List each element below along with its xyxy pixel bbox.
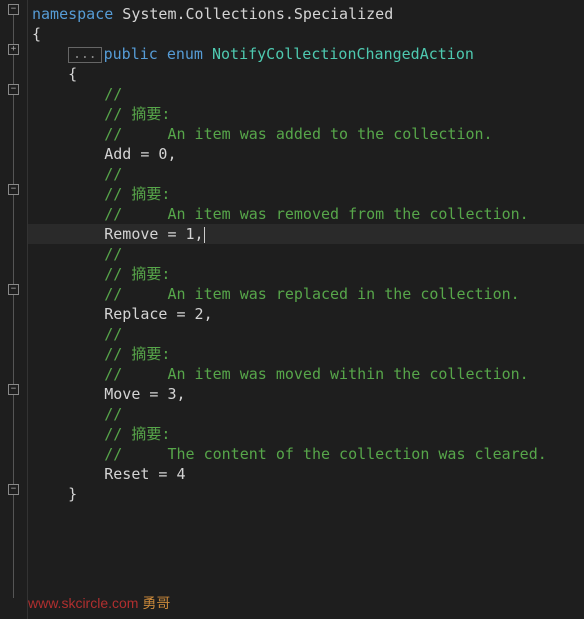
- comment: //: [32, 85, 122, 103]
- code-line[interactable]: Reset = 4: [28, 464, 584, 484]
- brace: {: [32, 25, 41, 43]
- fold-toggle[interactable]: −: [8, 284, 19, 295]
- brace: }: [32, 485, 77, 503]
- code-line[interactable]: // An item was moved within the collecti…: [28, 364, 584, 384]
- text-caret: [204, 227, 205, 243]
- enum-member: Move = 3,: [32, 385, 186, 403]
- fold-gutter: − + − − − − −: [0, 0, 28, 619]
- watermark-name: 勇哥: [142, 595, 170, 611]
- code-line[interactable]: Move = 3,: [28, 384, 584, 404]
- comment: // An item was replaced in the collectio…: [32, 285, 520, 303]
- enum-member: Replace = 2,: [32, 305, 213, 323]
- comment: // An item was moved within the collecti…: [32, 365, 529, 383]
- fold-toggle[interactable]: −: [8, 84, 19, 95]
- fold-toggle[interactable]: −: [8, 4, 19, 15]
- code-line[interactable]: Add = 0,: [28, 144, 584, 164]
- code-line[interactable]: {: [28, 64, 584, 84]
- code-line[interactable]: ...public enum NotifyCollectionChangedAc…: [28, 44, 584, 64]
- code-line[interactable]: namespace System.Collections.Specialized: [28, 4, 584, 24]
- code-line-active[interactable]: Remove = 1,: [28, 224, 584, 244]
- fold-toggle[interactable]: −: [8, 184, 19, 195]
- watermark-url: www.skcircle.com: [28, 595, 142, 611]
- comment: // 摘要:: [32, 105, 170, 123]
- code-line[interactable]: // 摘要:: [28, 264, 584, 284]
- comment: // An item was added to the collection.: [32, 125, 493, 143]
- comment: // 摘要:: [32, 185, 170, 203]
- comment: //: [32, 165, 122, 183]
- comment: //: [32, 325, 122, 343]
- comment: //: [32, 405, 122, 423]
- keyword: namespace: [32, 5, 113, 23]
- enum-member: Add = 0,: [32, 145, 177, 163]
- code-line[interactable]: }: [28, 484, 584, 504]
- namespace-name: System.Collections.Specialized: [113, 5, 393, 23]
- watermark: www.skcircle.com 勇哥: [28, 593, 170, 613]
- code-line[interactable]: // An item was replaced in the collectio…: [28, 284, 584, 304]
- comment: // An item was removed from the collecti…: [32, 205, 529, 223]
- fold-toggle[interactable]: −: [8, 384, 19, 395]
- keyword: public: [104, 45, 158, 63]
- enum-member: Reset = 4: [32, 465, 186, 483]
- code-line[interactable]: {: [28, 24, 584, 44]
- code-editor[interactable]: − + − − − − − namespace System.Collectio…: [0, 0, 584, 619]
- code-line[interactable]: // 摘要:: [28, 424, 584, 444]
- code-line[interactable]: // An item was removed from the collecti…: [28, 204, 584, 224]
- code-area[interactable]: namespace System.Collections.Specialized…: [28, 0, 584, 619]
- code-line[interactable]: //: [28, 404, 584, 424]
- comment: // 摘要:: [32, 345, 170, 363]
- fold-toggle[interactable]: +: [8, 44, 19, 55]
- folded-region-icon[interactable]: ...: [68, 47, 101, 63]
- comment: //: [32, 245, 122, 263]
- brace: {: [32, 65, 77, 83]
- type-name: NotifyCollectionChangedAction: [203, 45, 474, 63]
- code-line[interactable]: Replace = 2,: [28, 304, 584, 324]
- code-line[interactable]: //: [28, 164, 584, 184]
- fold-toggle[interactable]: −: [8, 484, 19, 495]
- code-line[interactable]: // An item was added to the collection.: [28, 124, 584, 144]
- code-line[interactable]: // 摘要:: [28, 344, 584, 364]
- code-line[interactable]: // 摘要:: [28, 104, 584, 124]
- code-line[interactable]: // The content of the collection was cle…: [28, 444, 584, 464]
- keyword: enum: [158, 45, 203, 63]
- comment: // 摘要:: [32, 425, 170, 443]
- comment: // 摘要:: [32, 265, 170, 283]
- code-line[interactable]: //: [28, 324, 584, 344]
- code-line[interactable]: //: [28, 244, 584, 264]
- code-line[interactable]: // 摘要:: [28, 184, 584, 204]
- comment: // The content of the collection was cle…: [32, 445, 547, 463]
- code-line[interactable]: //: [28, 84, 584, 104]
- enum-member: Remove = 1,: [32, 225, 204, 243]
